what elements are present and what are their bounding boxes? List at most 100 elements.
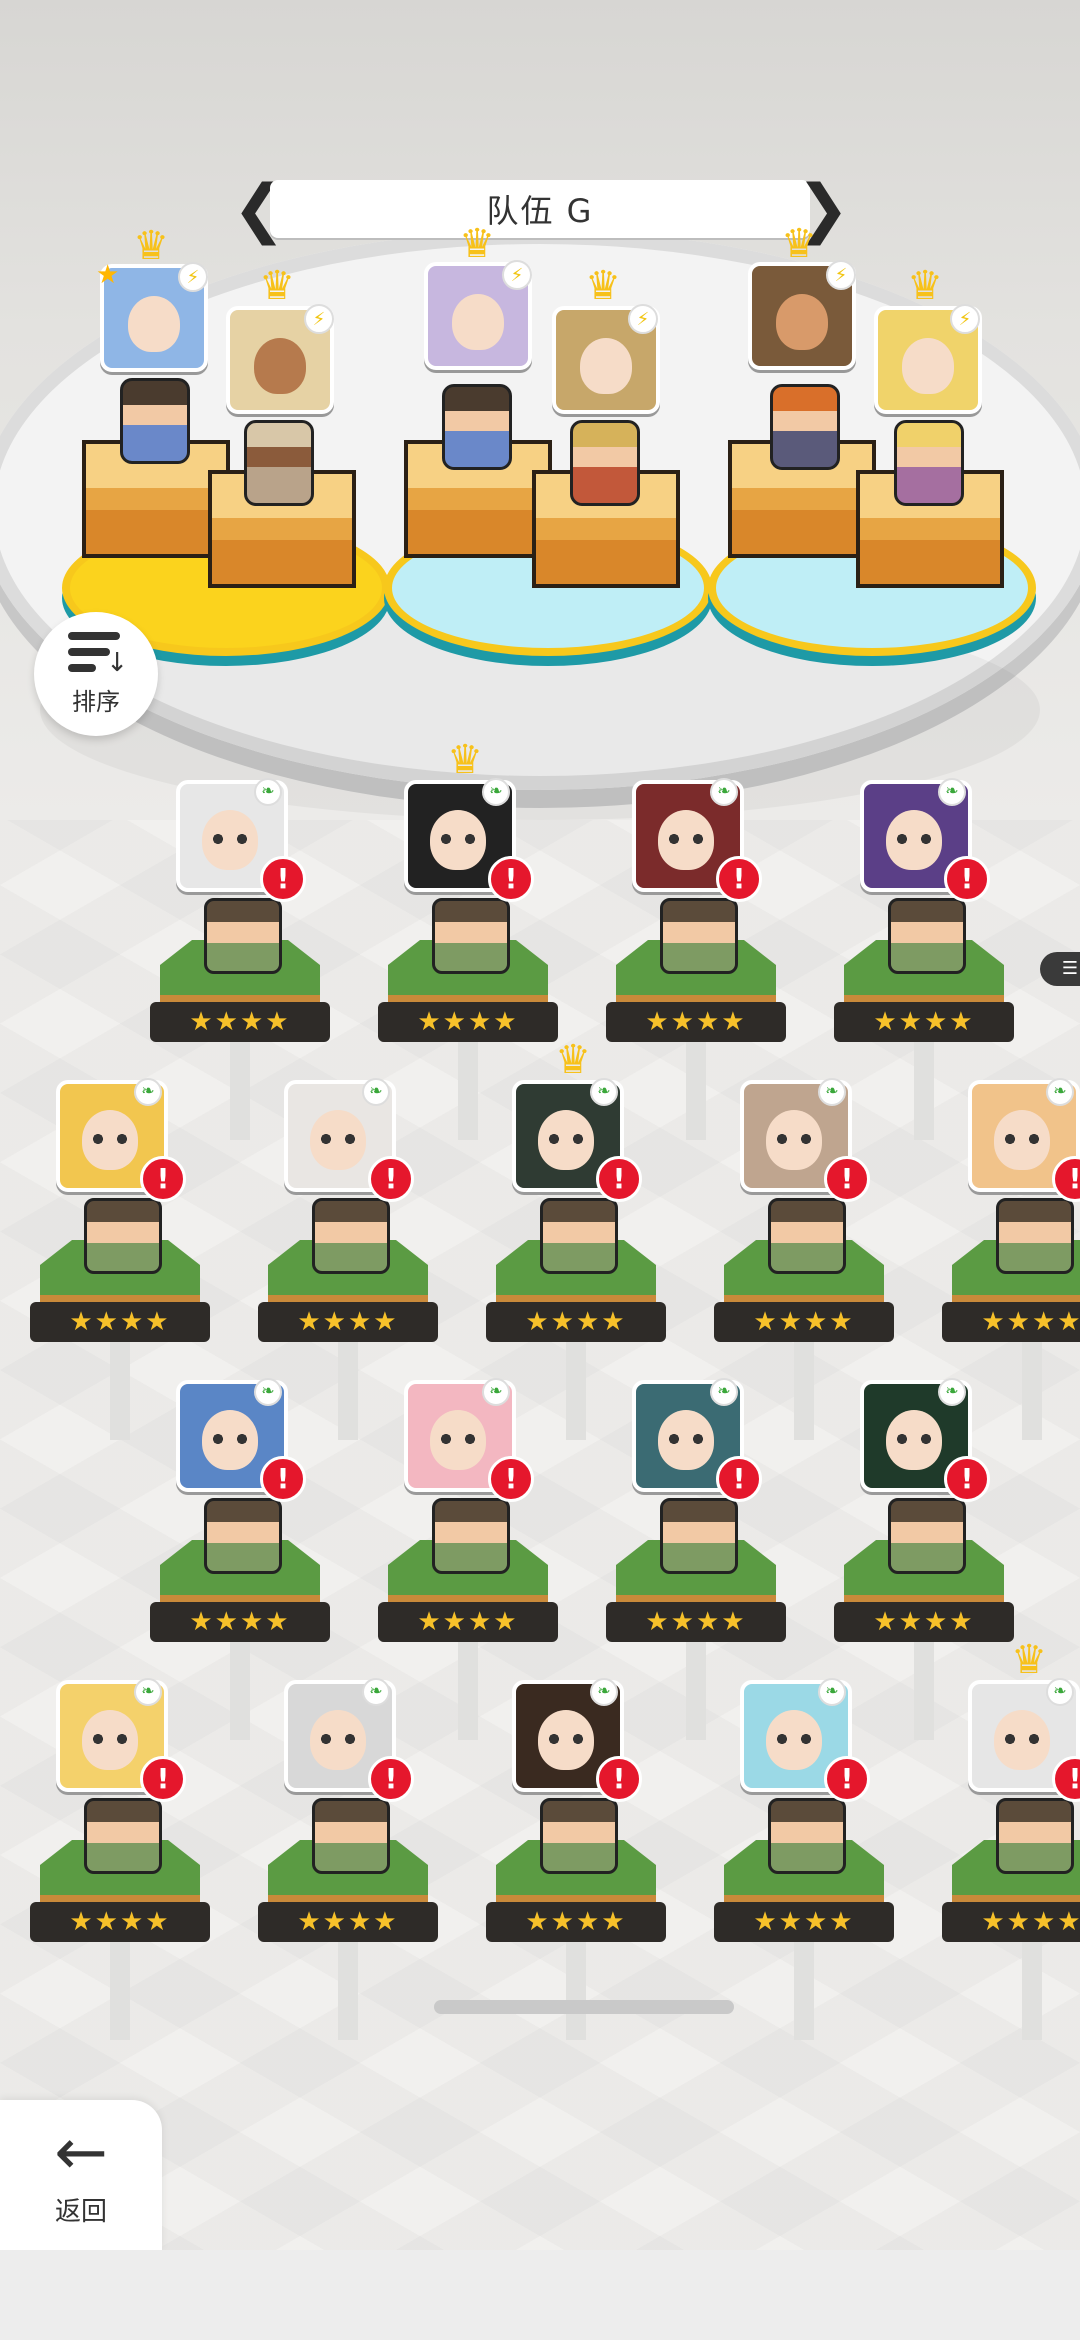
eyes [1004,1134,1040,1144]
hero-sprite[interactable] [540,1198,618,1274]
hero-card[interactable]: ★★★★❧! [834,778,1014,1140]
hero-sprite[interactable] [432,898,510,974]
alert-icon: ! [824,1756,870,1802]
leaf-icon: ❧ [482,778,510,806]
support-pole [1022,1330,1042,1440]
back-button[interactable]: ← 返回 [0,2100,162,2250]
support-pole [794,1930,814,2040]
support-pole [686,1630,706,1740]
hero-sprite[interactable] [540,1798,618,1874]
hero-sprite[interactable] [768,1798,846,1874]
face [776,294,828,350]
side-tab-icon[interactable]: ☰ [1040,952,1080,986]
hero-sprite[interactable] [84,1798,162,1874]
alert-icon: ! [368,1156,414,1202]
hero-card[interactable]: ★★★★❧! [714,1078,894,1440]
leaf-icon: ❧ [818,1078,846,1106]
alert-icon: ! [596,1756,642,1802]
eyes [668,834,704,844]
hero-sprite[interactable] [996,1798,1074,1874]
hero-sprite[interactable] [432,1498,510,1574]
hero-sprite[interactable] [660,898,738,974]
hero-sprite[interactable] [204,1498,282,1574]
hero-sprite[interactable] [768,1198,846,1274]
support-pole [914,1630,934,1740]
crown-icon: ♛ [259,263,295,309]
leaf-icon: ❧ [134,1678,162,1706]
leaf-icon: ❧ [482,1378,510,1406]
back-label: 返回 [54,2196,107,2227]
hero-card[interactable]: ★★★★❧! [606,778,786,1140]
eyes [548,1734,584,1744]
hero-sprite[interactable] [204,898,282,974]
hero-card[interactable]: ★★★★❧! [258,1078,438,1440]
star-rating: ★★★★ [606,1602,786,1642]
hero-sprite[interactable] [888,898,966,974]
leaf-icon: ❧ [254,1378,282,1406]
support-pole [1022,1930,1042,2040]
star-rating: ★★★★ [258,1902,438,1942]
hero-card[interactable]: ★★★★❧! [150,1378,330,1740]
support-pole [686,1030,706,1140]
hero-card[interactable]: ★★★★❧! [486,1678,666,2040]
alert-icon: ! [944,1456,990,1502]
face [580,338,632,394]
hero-sprite[interactable] [996,1198,1074,1274]
chibi-sprite[interactable] [894,420,964,506]
leaf-icon: ❧ [362,1078,390,1106]
star-icon: ★ [96,260,120,290]
star-rating: ★★★★ [834,1002,1014,1042]
eyes [92,1734,128,1744]
eyes [320,1134,356,1144]
star-rating: ★★★★ [942,1902,1080,1942]
support-pole [110,1930,130,2040]
bolt-icon: ⚡ [502,260,532,290]
support-pole [794,1330,814,1440]
hero-card[interactable]: ★★★★❧! [378,1378,558,1740]
hero-card[interactable]: ★★★★❧! [30,1678,210,2040]
leaf-icon: ❧ [362,1678,390,1706]
chibi-sprite[interactable] [244,420,314,506]
alert-icon: ! [716,856,762,902]
alert-icon: ! [260,856,306,902]
chibi-sprite[interactable] [770,384,840,470]
hero-card[interactable]: ★★★★❧!♛ [378,740,558,1140]
bolt-icon: ⚡ [950,304,980,334]
hero-card[interactable]: ★★★★❧! [258,1678,438,2040]
crown-icon: ♛ [447,737,483,783]
face [902,338,954,394]
star-rating: ★★★★ [486,1302,666,1342]
crown-icon: ♛ [133,223,169,269]
hero-sprite[interactable] [888,1498,966,1574]
hero-card[interactable]: ★★★★❧!♛ [486,1040,666,1440]
hero-sprite[interactable] [660,1498,738,1574]
hero-sprite[interactable] [84,1198,162,1274]
eyes [776,1734,812,1744]
hero-card[interactable]: ★★★★❧! [834,1378,1014,1740]
support-pole [230,1030,250,1140]
team-title: 队伍 G [486,192,594,230]
support-pole [338,1930,358,2040]
hero-card[interactable]: ★★★★❧! [942,1078,1080,1440]
hero-card[interactable]: ★★★★❧! [606,1378,786,1740]
scrollbar[interactable] [434,2000,734,2014]
hero-card[interactable]: ★★★★❧! [714,1678,894,2040]
chibi-sprite[interactable] [570,420,640,506]
hero-sprite[interactable] [312,1198,390,1274]
crown-icon: ♛ [781,221,817,267]
alert-icon: ! [488,1456,534,1502]
hero-card[interactable]: ★★★★❧! [150,778,330,1140]
star-rating: ★★★★ [150,1602,330,1642]
sort-button[interactable]: ↓ 排序 [34,612,158,736]
support-pole [566,1930,586,2040]
leaf-icon: ❧ [1046,1678,1074,1706]
eyes [776,1134,812,1144]
face [254,338,306,394]
chibi-sprite[interactable] [442,384,512,470]
hero-card[interactable]: ★★★★❧! [30,1078,210,1440]
support-pole [110,1330,130,1440]
chibi-sprite[interactable] [120,378,190,464]
star-rating: ★★★★ [150,1002,330,1042]
hero-card[interactable]: ★★★★❧!♛ [942,1640,1080,2040]
hero-sprite[interactable] [312,1798,390,1874]
